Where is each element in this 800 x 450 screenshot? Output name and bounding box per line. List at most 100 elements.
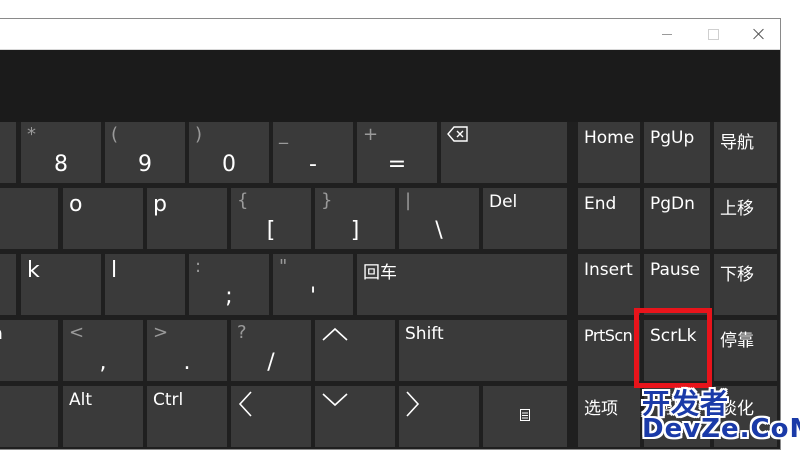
key-7-partial[interactable] [0, 122, 16, 183]
pgdn-key-label: PgDn [650, 194, 695, 214]
key-0[interactable]: ) 0 [189, 122, 269, 183]
chevron-down-icon [322, 393, 348, 407]
key-0-shift-label: ) [195, 124, 203, 145]
chevron-up-icon [322, 327, 348, 341]
up-arrow-key[interactable] [315, 320, 395, 381]
enter-key-label: 回车 [363, 263, 397, 283]
pgdn-key[interactable]: PgDn [644, 188, 710, 249]
key-i-partial[interactable] [0, 188, 58, 249]
key-period-shift-label: > [153, 322, 169, 343]
key-0-label: 0 [222, 152, 236, 177]
space-key-partial[interactable] [0, 386, 58, 447]
dock-key-label: 停靠 [720, 331, 754, 351]
shift-key[interactable]: Shift [399, 320, 567, 381]
key-n-partial-label: n [0, 324, 3, 344]
key-quote-shift-label: " [279, 256, 288, 277]
maximize-icon [707, 28, 719, 40]
key-p-label: p [153, 192, 167, 217]
alt-key[interactable]: Alt [63, 386, 143, 447]
menu-key[interactable] [483, 386, 567, 447]
move-up-key[interactable]: 上移 [714, 188, 777, 249]
navigate-key-label: 导航 [720, 133, 754, 153]
key-8-label: 8 [54, 152, 68, 177]
right-arrow-key[interactable] [399, 386, 479, 447]
enter-key[interactable]: 回车 [357, 254, 567, 315]
minimize-icon [662, 33, 672, 35]
key-j-partial[interactable] [0, 254, 16, 315]
ctrl-key-label: Ctrl [153, 390, 184, 410]
end-key[interactable]: End [578, 188, 640, 249]
key-o[interactable]: o [63, 188, 143, 249]
key-semicolon-label: ; [225, 284, 233, 309]
key-8-shift-label: * [27, 124, 36, 145]
dock-key[interactable]: 停靠 [714, 320, 777, 381]
down-arrow-key[interactable] [315, 386, 395, 447]
title-bar [0, 19, 780, 50]
pause-key[interactable]: Pause [644, 254, 710, 315]
key-semicolon[interactable]: : ; [189, 254, 269, 315]
prtscn-key[interactable]: PrtScn [578, 320, 640, 381]
key-minus-shift-label: _ [279, 124, 288, 145]
key-quote-label: ' [309, 284, 317, 309]
pause-key-label: Pause [650, 260, 700, 280]
move-down-key[interactable]: 下移 [714, 254, 777, 315]
key-backslash-label: \ [435, 218, 443, 243]
key-l-label: l [111, 258, 118, 283]
key-backslash-shift-label: | [405, 190, 412, 211]
key-right-bracket-shift-label: } [321, 190, 333, 211]
key-right-bracket[interactable]: } ] [315, 188, 395, 249]
prtscn-key-label: PrtScn [584, 326, 633, 345]
backspace-key[interactable] [441, 122, 567, 183]
close-icon [753, 28, 765, 40]
key-9-shift-label: ( [111, 124, 119, 145]
options-key[interactable]: 选项 [578, 386, 640, 447]
key-9-label: 9 [138, 152, 152, 177]
home-key[interactable]: Home [578, 122, 640, 183]
key-slash[interactable]: ? / [231, 320, 311, 381]
alt-key-label: Alt [69, 390, 93, 410]
watermark-line2: DevZe.CoM [642, 414, 800, 444]
scrlk-key[interactable]: ScrLk [644, 320, 710, 381]
insert-key[interactable]: Insert [578, 254, 640, 315]
home-key-label: Home [584, 128, 635, 148]
key-period[interactable]: > . [147, 320, 227, 381]
navigate-key[interactable]: 导航 [714, 122, 777, 183]
move-down-key-label: 下移 [720, 265, 754, 285]
key-l[interactable]: l [105, 254, 185, 315]
key-equal-label: = [387, 152, 407, 177]
key-quote[interactable]: " ' [273, 254, 353, 315]
backspace-icon [447, 126, 468, 142]
key-k[interactable]: k [21, 254, 101, 315]
key-9[interactable]: ( 9 [105, 122, 185, 183]
key-comma[interactable]: < , [63, 320, 143, 381]
pgup-key[interactable]: PgUp [644, 122, 710, 183]
del-key[interactable]: Del [483, 188, 567, 249]
key-left-bracket-shift-label: { [237, 190, 249, 211]
minimize-button[interactable] [644, 19, 690, 49]
key-o-label: o [69, 192, 83, 217]
close-button[interactable] [736, 19, 782, 49]
context-menu-icon [520, 409, 530, 421]
maximize-button[interactable] [690, 19, 736, 49]
key-minus-label: - [309, 152, 317, 177]
pgup-key-label: PgUp [650, 128, 695, 148]
key-backslash[interactable]: | \ [399, 188, 479, 249]
text-prediction-area [0, 50, 780, 122]
key-left-bracket-label: [ [266, 218, 276, 243]
scrlk-key-label: ScrLk [650, 326, 697, 346]
left-arrow-key[interactable] [231, 386, 311, 447]
chevron-right-icon [406, 391, 420, 417]
key-equal[interactable]: + = [357, 122, 437, 183]
key-minus[interactable]: _ - [273, 122, 353, 183]
key-semicolon-shift-label: : [195, 256, 202, 277]
del-key-label: Del [489, 192, 518, 212]
move-up-key-label: 上移 [720, 199, 754, 219]
key-left-bracket[interactable]: { [ [231, 188, 311, 249]
key-comma-shift-label: < [69, 322, 85, 343]
key-8[interactable]: * 8 [21, 122, 101, 183]
key-p[interactable]: p [147, 188, 227, 249]
insert-key-label: Insert [584, 260, 633, 280]
key-n-partial[interactable]: n [0, 320, 58, 381]
ctrl-key[interactable]: Ctrl [147, 386, 227, 447]
key-slash-label: / [267, 350, 275, 375]
